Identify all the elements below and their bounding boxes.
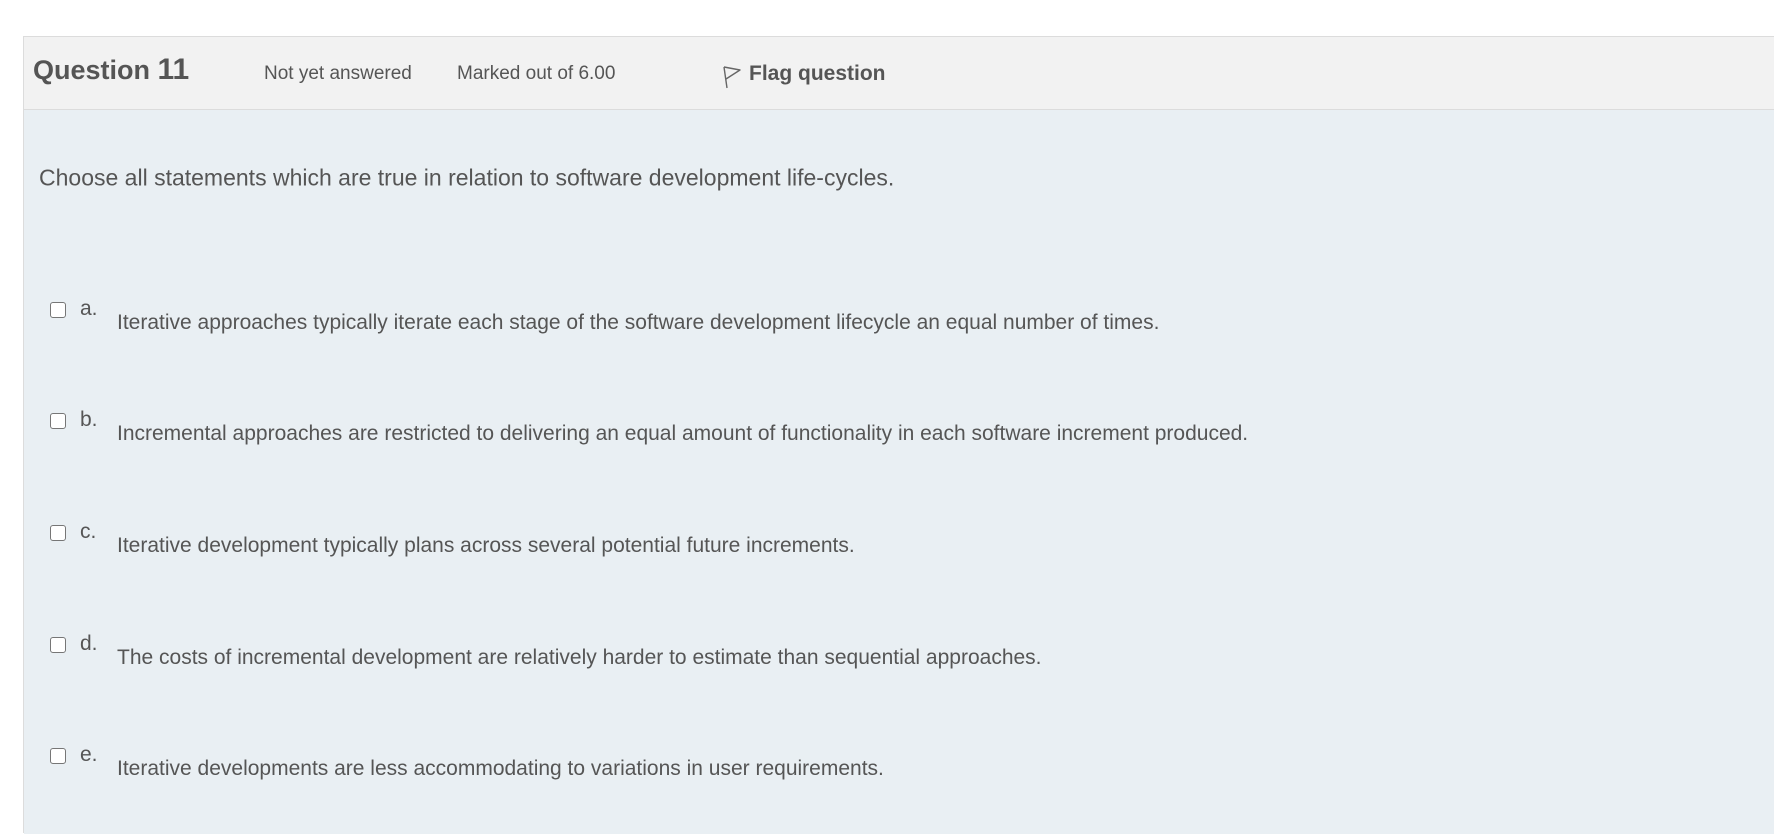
answer-checkbox-b[interactable] <box>50 413 66 429</box>
answer-option-e[interactable]: e. Iterative developments are less accom… <box>24 743 1774 808</box>
question-card: Question 11 Not yet answered Marked out … <box>23 36 1774 834</box>
flag-question-label: Flag question <box>749 62 886 85</box>
flag-question-button[interactable]: Flag question <box>721 59 886 89</box>
answer-label[interactable]: Iterative approaches typically iterate e… <box>117 311 1159 335</box>
answer-label[interactable]: Iterative developments are less accommod… <box>117 757 884 781</box>
answer-label[interactable]: Iterative development typically plans ac… <box>117 534 855 558</box>
question-text: Choose all statements which are true in … <box>39 164 895 191</box>
answer-option-b[interactable]: b. Incremental approaches are restricted… <box>24 408 1774 473</box>
answer-letter: e. <box>80 743 98 766</box>
question-title: Question 11 <box>33 53 189 87</box>
question-header: Question 11 Not yet answered Marked out … <box>24 37 1774 110</box>
question-status: Not yet answered <box>264 63 412 84</box>
answer-letter: c. <box>80 520 97 543</box>
answer-checkbox-d[interactable] <box>50 637 66 653</box>
question-body: Choose all statements which are true in … <box>24 110 1774 834</box>
answer-label[interactable]: Incremental approaches are restricted to… <box>117 422 1248 446</box>
flag-icon <box>723 66 741 89</box>
answer-checkbox-a[interactable] <box>50 302 66 318</box>
question-marks: Marked out of 6.00 <box>457 63 616 84</box>
answer-checkbox-c[interactable] <box>50 525 66 541</box>
answer-label[interactable]: The costs of incremental development are… <box>117 646 1042 670</box>
answer-checkbox-e[interactable] <box>50 748 66 764</box>
answer-letter: b. <box>80 408 98 431</box>
answer-letter: a. <box>80 297 98 320</box>
question-title-prefix: Question <box>33 55 151 85</box>
answer-option-d[interactable]: d. The costs of incremental development … <box>24 632 1774 697</box>
question-number: 11 <box>157 53 190 86</box>
answer-letter: d. <box>80 632 98 655</box>
answer-option-a[interactable]: a. Iterative approaches typically iterat… <box>24 297 1774 362</box>
answer-option-c[interactable]: c. Iterative development typically plans… <box>24 520 1774 585</box>
